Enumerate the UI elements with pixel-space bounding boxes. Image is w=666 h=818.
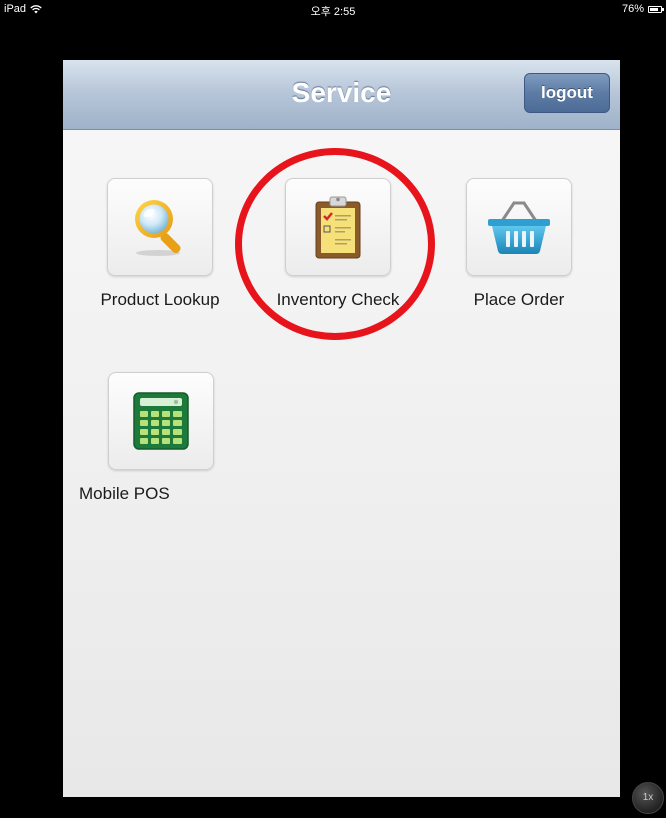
ipad-screen: iPad 오후 2:55 76% Service logout Product …: [0, 0, 666, 818]
inventory-check-label: Inventory Check: [276, 290, 400, 309]
menu-item-place-order[interactable]: Place Order: [430, 178, 608, 310]
menu-item-mobile-pos[interactable]: Mobile POS: [63, 372, 214, 504]
app-window: Service logout Product Lookup Inventory …: [63, 60, 620, 797]
logout-button[interactable]: logout: [524, 73, 610, 113]
product-lookup-tile[interactable]: [107, 178, 213, 276]
battery-percent: 76%: [621, 3, 644, 15]
status-bar: iPad 오후 2:55 76%: [0, 0, 666, 20]
clipboard-icon: [315, 196, 361, 259]
product-lookup-label: Product Lookup: [100, 290, 220, 309]
menu-item-inventory-check[interactable]: Inventory Check: [249, 178, 427, 310]
menu-item-product-lookup[interactable]: Product Lookup: [71, 178, 249, 310]
battery-icon: [648, 5, 664, 13]
inventory-check-tile[interactable]: [285, 178, 391, 276]
status-right: 76%: [621, 3, 664, 15]
mobile-pos-tile[interactable]: [108, 372, 214, 470]
zoom-badge[interactable]: 1x: [632, 782, 664, 814]
mobile-pos-label: Mobile POS: [79, 484, 170, 503]
nav-bar: Service logout: [63, 60, 620, 130]
basket-icon: [488, 201, 550, 254]
place-order-label: Place Order: [473, 290, 565, 309]
magnifier-icon: [135, 200, 181, 256]
place-order-tile[interactable]: [466, 178, 572, 276]
calculator-icon: [133, 392, 189, 450]
status-time: 오후 2:55: [310, 6, 356, 18]
